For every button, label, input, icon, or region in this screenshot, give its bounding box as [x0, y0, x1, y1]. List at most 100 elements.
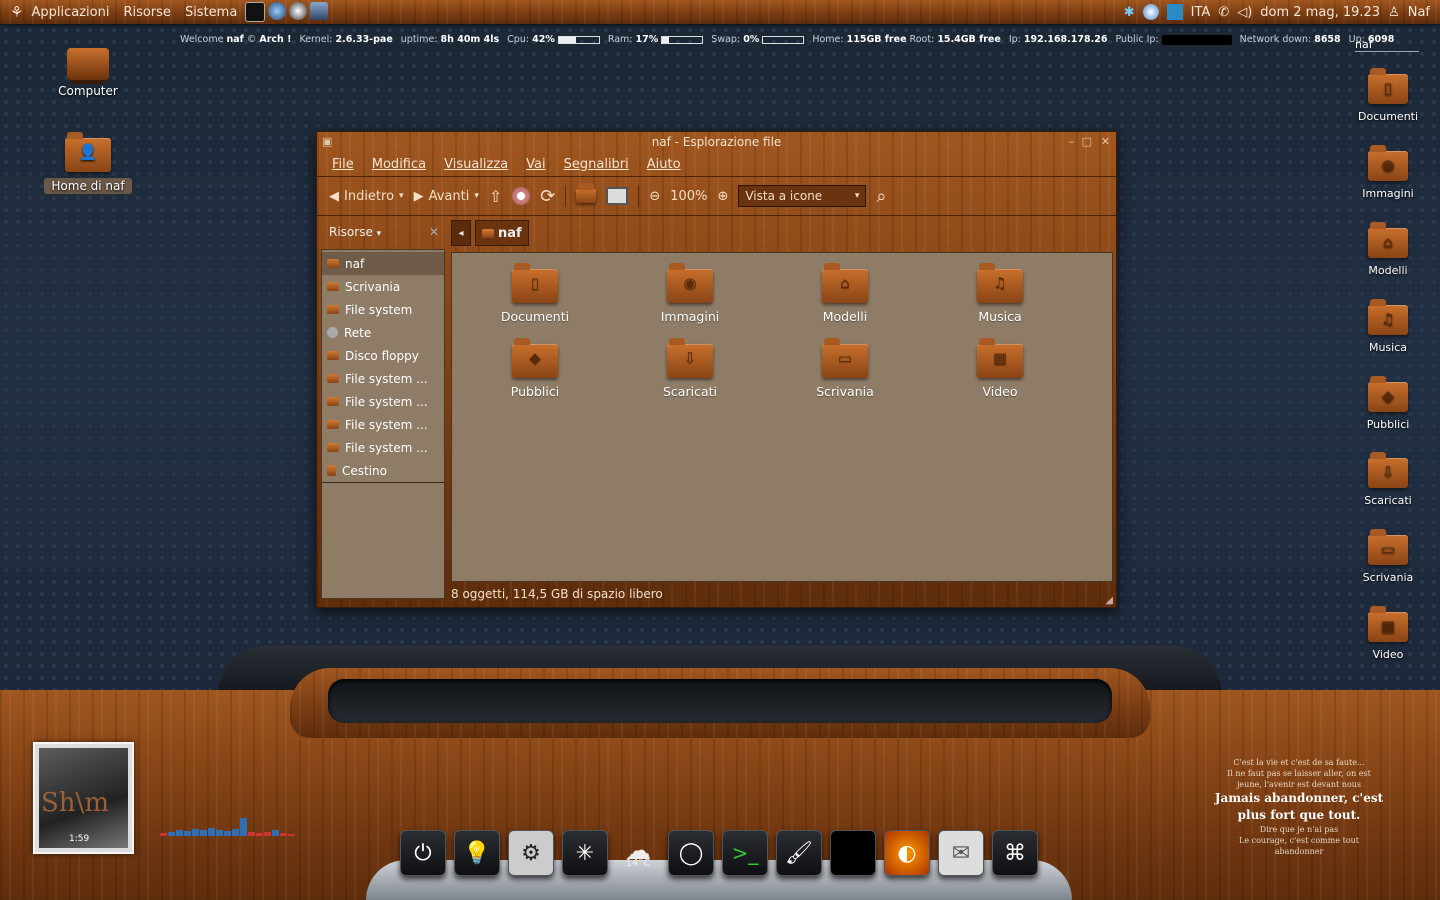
media-launcher-icon[interactable]	[289, 2, 308, 20]
terminal-icon[interactable]: >_	[722, 830, 768, 876]
volume-icon[interactable]: ◁)	[1237, 5, 1252, 20]
gnome-do-icon[interactable]: ⚙	[508, 830, 554, 876]
stop-icon[interactable]	[512, 187, 531, 205]
menu-vai[interactable]: Vai	[526, 157, 545, 172]
home-button-icon[interactable]	[576, 183, 597, 203]
path-scroll-left-icon[interactable]: ◂	[451, 220, 471, 246]
desktop-icon-scaricati[interactable]: ⇩ Scaricati	[1358, 452, 1418, 507]
file-item-musica[interactable]: ♫ Musica	[940, 263, 1060, 324]
mail-icon[interactable]: ✉	[938, 830, 984, 876]
search-icon[interactable]: ⌕	[876, 186, 886, 207]
back-button[interactable]: ◀ Indietro ▾	[329, 189, 404, 204]
forward-button[interactable]: ▶ Avanti ▾	[414, 189, 479, 204]
file-item-documenti[interactable]: ▯ Documenti	[475, 263, 595, 324]
menu-applicazioni[interactable]: Applicazioni	[31, 5, 109, 20]
lightbulb-icon[interactable]: 💡	[454, 830, 500, 876]
window-titlebar[interactable]: ▣ naf - Esplorazione file – □ ✕	[317, 132, 1116, 152]
visualizer-bar	[192, 829, 199, 836]
paint-icon[interactable]: 🖌	[776, 830, 822, 876]
desktop-icon-modelli[interactable]: ⌂ Modelli	[1358, 222, 1418, 277]
desktop-folder-icon: ▭	[822, 338, 868, 378]
gnome-foot-icon[interactable]: ⚘	[10, 3, 23, 21]
desktop-icon-pubblici[interactable]: ◆ Pubblici	[1358, 376, 1418, 431]
sidebar-item-volume[interactable]: File system ...	[322, 367, 444, 390]
file-item-scrivania[interactable]: ▭ Scrivania	[785, 338, 905, 399]
path-crumb-naf[interactable]: naf	[475, 220, 529, 246]
sidebar-item-label: File system ...	[345, 394, 428, 409]
sidebar-item-volume[interactable]: File system ...	[322, 390, 444, 413]
blank-app-icon[interactable]	[830, 830, 876, 876]
back-dropdown-icon[interactable]: ▾	[399, 191, 404, 201]
firefox-icon[interactable]: ◐	[884, 830, 930, 876]
home-icon	[482, 228, 494, 238]
sidebar-item-rete[interactable]: Rete	[322, 321, 444, 344]
menu-sistema[interactable]: Sistema	[185, 5, 237, 20]
desktop-search-input[interactable]: naf	[1355, 38, 1419, 52]
forward-dropdown-icon[interactable]: ▾	[474, 191, 479, 201]
weather-icon[interactable]: ☁ 14°C	[616, 830, 660, 874]
view-mode-select[interactable]: Vista a icone ▾	[738, 185, 867, 207]
network-tray-icon[interactable]	[1142, 4, 1159, 20]
file-item-immagini[interactable]: ◉ Immagini	[630, 263, 750, 324]
album-art-widget[interactable]: Sh\m 1:59	[33, 742, 134, 854]
menu-modifica[interactable]: Modifica	[372, 157, 426, 172]
desktop-icon-home[interactable]: 👤 Home di naf	[44, 132, 132, 194]
visualizer-bar	[256, 833, 263, 836]
visualizer-bar	[160, 833, 167, 836]
desktop-icon-scrivania[interactable]: ▭ Scrivania	[1358, 529, 1418, 584]
menu-segnalibri[interactable]: Segnalibri	[564, 157, 629, 172]
desktop-icon-computer[interactable]: Computer	[48, 48, 128, 98]
file-item-pubblici[interactable]: ◆ Pubblici	[475, 338, 595, 399]
minimize-icon[interactable]: –	[1069, 135, 1075, 148]
settings-launcher-icon[interactable]	[310, 2, 329, 20]
browser-launcher-icon[interactable]	[268, 2, 287, 20]
desktop-icon-immagini[interactable]: ◉ Immagini	[1358, 145, 1418, 200]
close-icon[interactable]: ✕	[1101, 135, 1110, 148]
bluetooth-icon[interactable]: ✱	[1124, 5, 1135, 20]
up-arrow-icon[interactable]: ⇧	[489, 187, 502, 206]
sidebar-item-naf[interactable]: naf	[322, 252, 444, 275]
desktop-icon-label: Scaricati	[1364, 494, 1412, 507]
tray-app-icon[interactable]	[1166, 4, 1183, 20]
file-item-scaricati[interactable]: ⇩ Scaricati	[630, 338, 750, 399]
sidebar-item-volume[interactable]: File system ...	[322, 413, 444, 436]
desktop-icon-video[interactable]: ▦ Video	[1358, 606, 1418, 661]
file-item-video[interactable]: ▦ Video	[940, 338, 1060, 399]
circle-app-icon[interactable]: ◯	[668, 830, 714, 876]
terminal-launcher-icon[interactable]	[245, 2, 266, 22]
clock[interactable]: dom 2 mag, 19.23	[1260, 5, 1380, 20]
resize-grip-icon[interactable]: ◢	[1105, 595, 1113, 606]
file-item-modelli[interactable]: ⌂ Modelli	[785, 263, 905, 324]
clock-widget-icon[interactable]: ✳	[562, 830, 608, 876]
window-menu-icon[interactable]: ▣	[322, 135, 332, 148]
desktop-icon-musica[interactable]: ♫ Musica	[1358, 299, 1418, 354]
reload-icon[interactable]: ⟳	[540, 186, 555, 207]
sidebar-close-icon[interactable]: ✕	[429, 225, 439, 239]
menu-visualizza[interactable]: Visualizza	[444, 157, 508, 172]
sidebar-item-file-system[interactable]: File system	[322, 298, 444, 321]
track-time: 1:59	[69, 834, 90, 844]
menu-risorse[interactable]: Risorse	[123, 5, 171, 20]
zoom-out-icon[interactable]: ⊖	[649, 189, 660, 204]
sidebar: Risorse ▾ ✕ naf Scrivania File system Re…	[321, 215, 445, 603]
sidebar-type-select[interactable]: Risorse ▾	[329, 225, 381, 239]
trash-icon	[327, 465, 336, 476]
user-name[interactable]: Naf	[1408, 5, 1430, 20]
computer-button-icon[interactable]	[606, 187, 629, 205]
phone-icon[interactable]: ✆	[1218, 5, 1229, 20]
arch-icon[interactable]: ⌘	[992, 830, 1038, 876]
sidebar-item-floppy[interactable]: Disco floppy	[322, 344, 444, 367]
places-list: naf Scrivania File system Rete Disco flo…	[321, 249, 445, 599]
menu-aiuto[interactable]: Aiuto	[647, 157, 681, 172]
sidebar-item-volume[interactable]: File system ...	[322, 436, 444, 459]
keyboard-layout[interactable]: ITA	[1191, 5, 1211, 20]
sidebar-item-scrivania[interactable]: Scrivania	[322, 275, 444, 298]
maximize-icon[interactable]: □	[1082, 135, 1092, 148]
menu-file[interactable]: File	[332, 157, 354, 172]
power-icon[interactable]: ⏻	[400, 830, 446, 876]
videos-folder-icon: ▦	[1368, 606, 1408, 642]
sidebar-title: Risorse	[329, 225, 373, 239]
zoom-in-icon[interactable]: ⊕	[717, 189, 728, 204]
sidebar-item-cestino[interactable]: Cestino	[322, 459, 444, 483]
desktop-icon-documenti[interactable]: ▯ Documenti	[1358, 68, 1418, 123]
